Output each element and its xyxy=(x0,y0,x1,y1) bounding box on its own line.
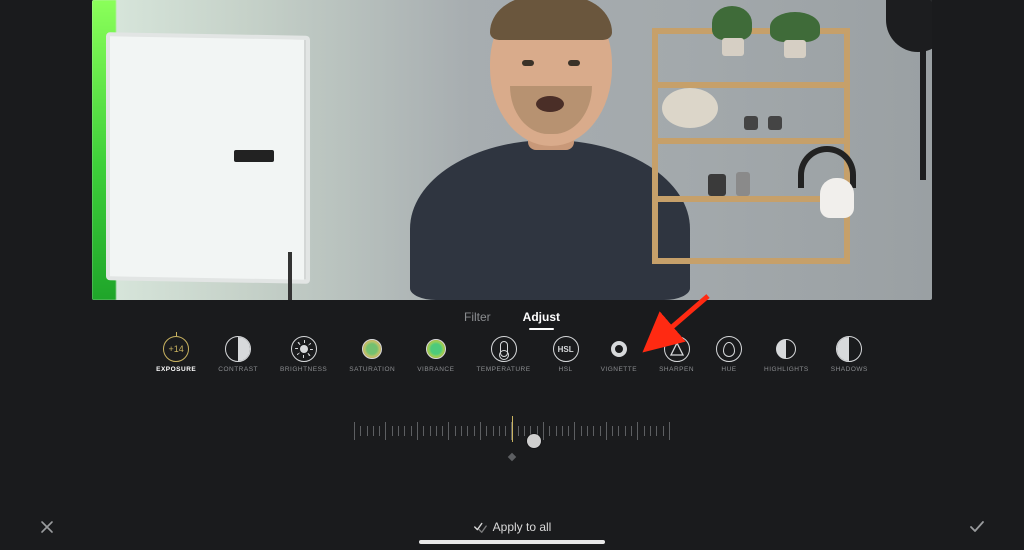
vibrance-icon xyxy=(423,336,449,362)
sharpen-icon xyxy=(664,336,690,362)
shadows-label: SHADOWS xyxy=(831,366,868,373)
apply-to-all-button[interactable]: Apply to all xyxy=(473,520,552,534)
adjust-brightness[interactable]: BRIGHTNESS xyxy=(280,336,327,373)
saturation-label: SATURATION xyxy=(349,366,395,373)
adjust-temperature[interactable]: TEMPERATURE xyxy=(476,336,530,373)
adjust-shadows[interactable]: SHADOWS xyxy=(831,336,868,373)
adjust-vignette[interactable]: VIGNETTE xyxy=(601,336,638,373)
exposure-icon: +14 xyxy=(163,336,189,362)
adjust-hue[interactable]: HUE xyxy=(716,336,742,373)
preview-webcam xyxy=(234,150,274,162)
brightness-label: BRIGHTNESS xyxy=(280,366,327,373)
temperature-icon xyxy=(491,336,517,362)
adjust-slider-wrap xyxy=(0,414,1024,454)
close-icon xyxy=(39,519,55,535)
adjust-contrast[interactable]: CONTRAST xyxy=(218,336,258,373)
hue-label: HUE xyxy=(721,366,736,373)
preview-lamp xyxy=(880,0,932,180)
cancel-button[interactable] xyxy=(36,516,58,538)
contrast-icon xyxy=(225,336,251,362)
confirm-button[interactable] xyxy=(966,516,988,538)
hue-icon xyxy=(716,336,742,362)
adjust-slider[interactable] xyxy=(354,414,670,454)
exposure-label: EXPOSURE xyxy=(156,366,196,373)
slider-knob[interactable] xyxy=(527,434,541,448)
saturation-icon xyxy=(359,336,385,362)
preview-whiteboard xyxy=(106,32,310,284)
tab-adjust[interactable]: Adjust xyxy=(523,310,560,328)
effect-tabs: Filter Adjust xyxy=(0,310,1024,328)
shadows-icon xyxy=(836,336,862,362)
slider-center-tick xyxy=(512,416,513,442)
adjust-highlights[interactable]: HIGHLIGHTS xyxy=(764,336,809,373)
vibrance-label: VIBRANCE xyxy=(417,366,454,373)
adjust-hsl[interactable]: HSL HSL xyxy=(553,336,579,373)
hsl-label: HSL xyxy=(559,366,573,373)
adjust-sharpen[interactable]: SHARPEN xyxy=(659,336,694,373)
exposure-value: +14 xyxy=(169,344,184,354)
apply-to-all-label: Apply to all xyxy=(493,520,552,534)
preview-shelf xyxy=(652,28,850,264)
adjust-vibrance[interactable]: VIBRANCE xyxy=(417,336,454,373)
brightness-icon xyxy=(291,336,317,362)
highlights-icon xyxy=(773,336,799,362)
video-preview[interactable] xyxy=(92,0,932,300)
adjustment-row: +14 EXPOSURE CONTRAST BRIGHTNESS SATURAT… xyxy=(0,336,1024,373)
hsl-icon: HSL xyxy=(553,336,579,362)
sharpen-label: SHARPEN xyxy=(659,366,694,373)
check-icon xyxy=(967,517,987,537)
highlights-label: HIGHLIGHTS xyxy=(764,366,809,373)
video-editor-adjust-screen: Filter Adjust +14 EXPOSURE CONTRAST BRIG… xyxy=(0,0,1024,550)
apply-all-icon xyxy=(473,520,487,534)
vignette-label: VIGNETTE xyxy=(601,366,638,373)
tab-filter[interactable]: Filter xyxy=(464,310,491,328)
adjust-saturation[interactable]: SATURATION xyxy=(349,336,395,373)
vignette-icon xyxy=(606,336,632,362)
slider-center-marker xyxy=(508,453,516,461)
home-indicator xyxy=(419,540,605,544)
contrast-label: CONTRAST xyxy=(218,366,258,373)
temperature-label: TEMPERATURE xyxy=(476,366,530,373)
preview-whiteboard-leg xyxy=(288,252,292,300)
adjust-exposure[interactable]: +14 EXPOSURE xyxy=(156,336,196,373)
